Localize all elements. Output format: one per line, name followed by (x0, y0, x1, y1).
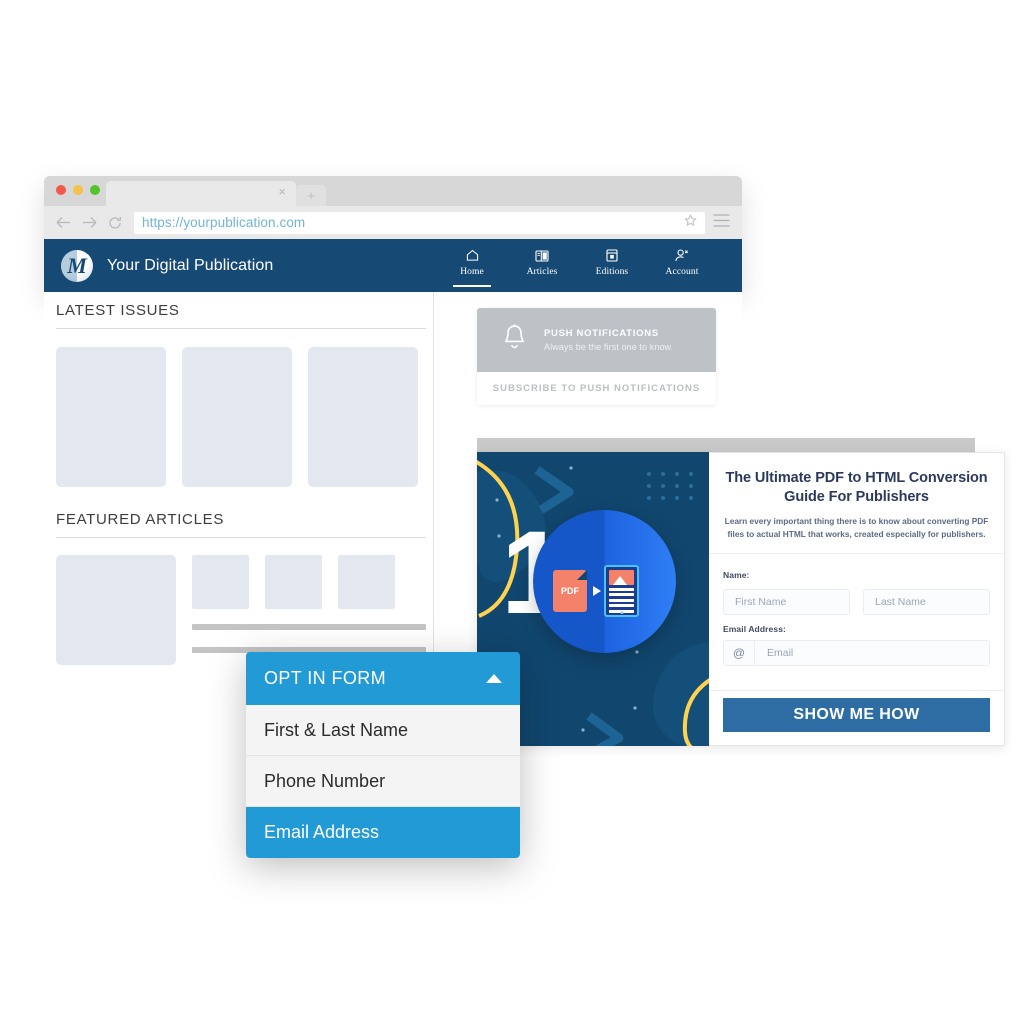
tablet-image-icon (609, 570, 634, 585)
dropdown-options-list: First & Last Name Phone Number Email Add… (246, 705, 520, 858)
featured-thumbnails (192, 555, 426, 609)
dropdown-option-email-address[interactable]: Email Address (246, 807, 520, 858)
email-field-label: Email Address: (723, 623, 786, 634)
nav-label-editions: Editions (595, 266, 629, 277)
nav-label-account: Account (665, 266, 699, 277)
name-field-label: Name: (723, 569, 750, 580)
promo-heading: The Ultimate PDF to HTML Conversion Guid… (725, 470, 988, 505)
bell-icon (501, 323, 528, 357)
issue-card-placeholder[interactable] (308, 347, 418, 487)
dropdown-header-label: OPT IN FORM (264, 668, 387, 688)
promo-form-panel: The Ultimate PDF to HTML Conversion Guid… (709, 452, 1005, 746)
nav-item-account[interactable]: Account (660, 249, 704, 283)
text-line-placeholder (192, 624, 426, 630)
dropdown-option-phone-number[interactable]: Phone Number (246, 756, 520, 807)
close-tab-icon[interactable]: × (278, 185, 286, 198)
nav-label-articles: Articles (526, 266, 558, 277)
promo-card: 1 PDF The Ultimate PDF to HTML Conversio… (477, 452, 1005, 746)
at-symbol-icon: @ (724, 640, 755, 665)
issue-card-placeholder[interactable] (56, 347, 166, 487)
push-subtitle: Always be the first one to know. (544, 342, 674, 352)
editions-icon (606, 249, 618, 263)
featured-thumb-placeholder[interactable] (265, 555, 322, 609)
promo-header: The Ultimate PDF to HTML Conversion Guid… (709, 453, 1004, 553)
left-column: LATEST ISSUES FEATURED ARTICLES (56, 302, 426, 665)
featured-articles-secondary (192, 555, 426, 653)
email-input[interactable]: Email (755, 641, 989, 665)
featured-text-placeholders (192, 624, 426, 653)
maximize-window-icon[interactable] (90, 185, 100, 195)
browser-menu-icon[interactable] (713, 213, 742, 232)
name-fields-row: First Name Last Name (723, 588, 990, 615)
tablet-text-line (609, 604, 634, 607)
url-text: https://yourpublication.com (142, 215, 306, 230)
opt-in-form-dropdown: OPT IN FORM First & Last Name Phone Numb… (246, 652, 520, 858)
dropdown-option-first-last-name[interactable]: First & Last Name (246, 705, 520, 756)
dropdown-header[interactable]: OPT IN FORM (246, 652, 520, 705)
minimize-window-icon[interactable] (73, 185, 83, 195)
account-icon (675, 249, 689, 263)
close-window-icon[interactable] (56, 185, 66, 195)
first-name-input[interactable]: First Name (723, 588, 850, 615)
home-icon (466, 249, 479, 263)
browser-nav-buttons (44, 216, 134, 230)
email-input-group[interactable]: @ Email (723, 639, 990, 666)
pdf-label: PDF (561, 586, 579, 596)
nav-item-articles[interactable]: Articles (520, 249, 564, 283)
featured-thumb-placeholder[interactable] (192, 555, 249, 609)
window-controls (56, 185, 100, 195)
latest-issues-list (56, 347, 426, 487)
nav-item-home[interactable]: Home (450, 249, 494, 287)
subscribe-push-button[interactable]: SUBSCRIBE TO PUSH NOTIFICATIONS (477, 372, 716, 405)
push-title: PUSH NOTIFICATIONS (544, 328, 659, 339)
browser-window: × + https://yourpublication.com M Your D… (44, 176, 742, 292)
issue-card-placeholder[interactable] (182, 347, 292, 487)
latest-issues-rule (56, 328, 426, 329)
push-card-banner: PUSH NOTIFICATIONS Always be the first o… (477, 308, 716, 372)
forward-icon[interactable] (82, 216, 97, 229)
browser-urlbar: https://yourpublication.com (44, 206, 742, 239)
tablet-text-line (609, 598, 634, 602)
featured-articles-list (56, 555, 426, 665)
articles-icon (535, 249, 549, 263)
promo-description: Learn every important thing there is to … (724, 516, 989, 539)
push-card-text: PUSH NOTIFICATIONS Always be the first o… (544, 328, 673, 352)
last-name-input[interactable]: Last Name (863, 588, 990, 615)
push-notifications-card: PUSH NOTIFICATIONS Always be the first o… (477, 308, 716, 405)
promo-topbar (477, 438, 975, 452)
back-icon[interactable] (56, 216, 71, 229)
convert-arrow-icon (593, 586, 601, 596)
pdf-file-icon: PDF (553, 570, 587, 612)
show-me-how-button[interactable]: SHOW ME HOW (723, 698, 990, 732)
reload-icon[interactable] (108, 216, 122, 230)
tablet-text-line (609, 593, 634, 596)
site-header: M Your Digital Publication Home Articles… (44, 239, 742, 292)
latest-issues-title: LATEST ISSUES (56, 302, 180, 319)
site-title: Your Digital Publication (107, 256, 274, 274)
new-tab-button[interactable]: + (296, 185, 326, 206)
tablet-home-button-icon (620, 610, 623, 614)
address-bar[interactable]: https://yourpublication.com (134, 211, 705, 234)
featured-article-placeholder[interactable] (56, 555, 176, 665)
main-nav: Home Articles Editions Account (450, 249, 704, 287)
promo-optin-form: Name: First Name Last Name Email Address… (709, 552, 1004, 674)
chevron-up-icon[interactable] (486, 674, 502, 683)
featured-articles-title: FEATURED ARTICLES (56, 511, 225, 528)
nav-label-home: Home (460, 266, 484, 277)
browser-tab[interactable]: × (106, 181, 296, 206)
promo-lightbox: 1 PDF The Ultimate PDF to HTML Conversio… (477, 438, 1005, 746)
bookmark-star-icon[interactable] (684, 213, 697, 232)
browser-titlebar: × + (44, 176, 742, 206)
screenshot-root: × + https://yourpublication.com M Your D… (0, 0, 1024, 1024)
promo-cta-area: SHOW ME HOW (709, 690, 1004, 745)
logo-letter: M (67, 252, 87, 278)
tablet-device-icon (604, 565, 639, 617)
site-logo[interactable]: M (61, 249, 93, 282)
nav-item-editions[interactable]: Editions (590, 249, 634, 283)
tablet-text-line (609, 587, 634, 591)
featured-thumb-placeholder[interactable] (338, 555, 395, 609)
featured-articles-rule (56, 537, 426, 538)
